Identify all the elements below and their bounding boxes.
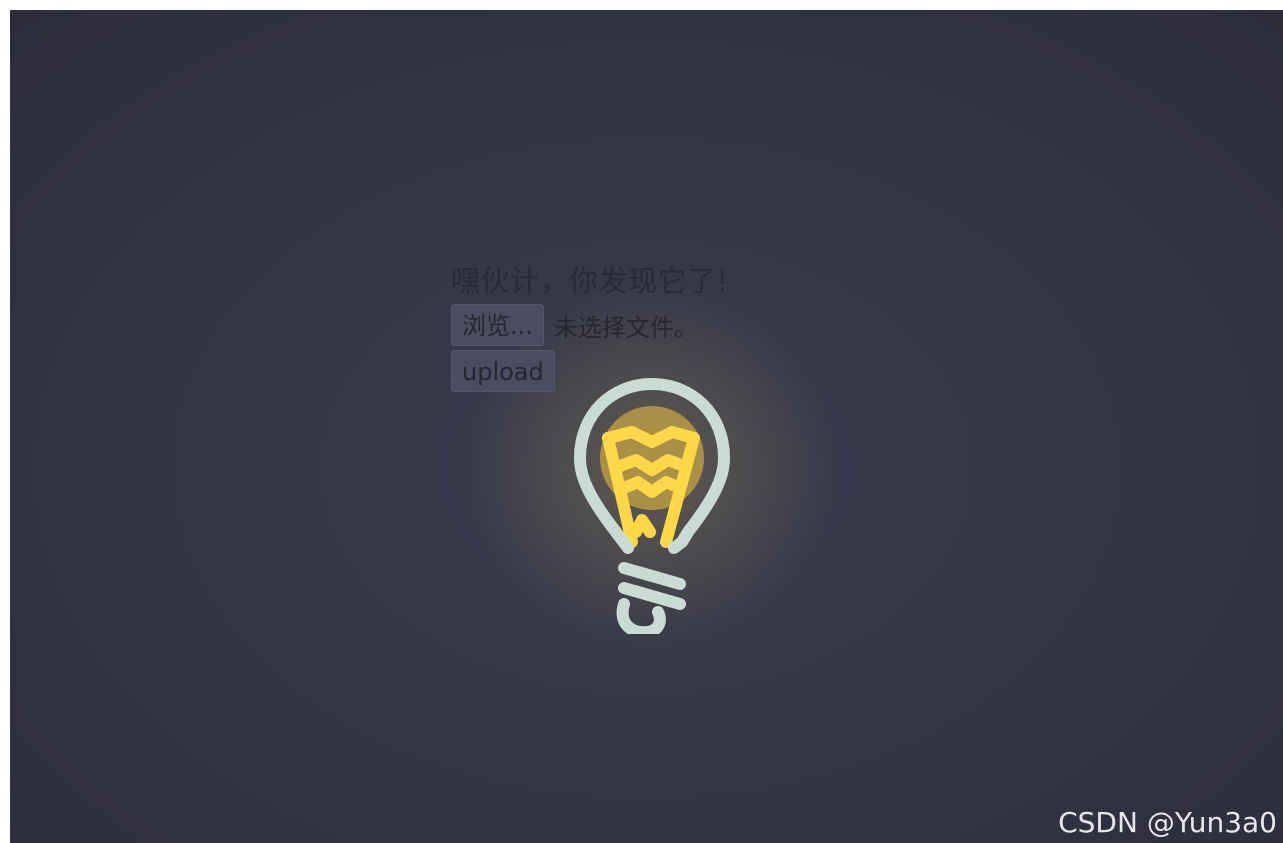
lightbulb-icon: [574, 378, 730, 634]
watermark: CSDN @Yun3a0: [1058, 806, 1277, 839]
file-status-text: 未选择文件。: [553, 313, 698, 342]
upload-button[interactable]: upload: [451, 350, 555, 392]
hint-text: 嘿伙计，你发现它了!: [451, 264, 729, 298]
page-viewport: 嘿伙计，你发现它了! 浏览... 未选择文件。 upload CSDN @Yun…: [10, 10, 1283, 843]
file-input[interactable]: 浏览... 未选择文件。: [451, 304, 729, 346]
browse-button[interactable]: 浏览...: [451, 304, 544, 346]
